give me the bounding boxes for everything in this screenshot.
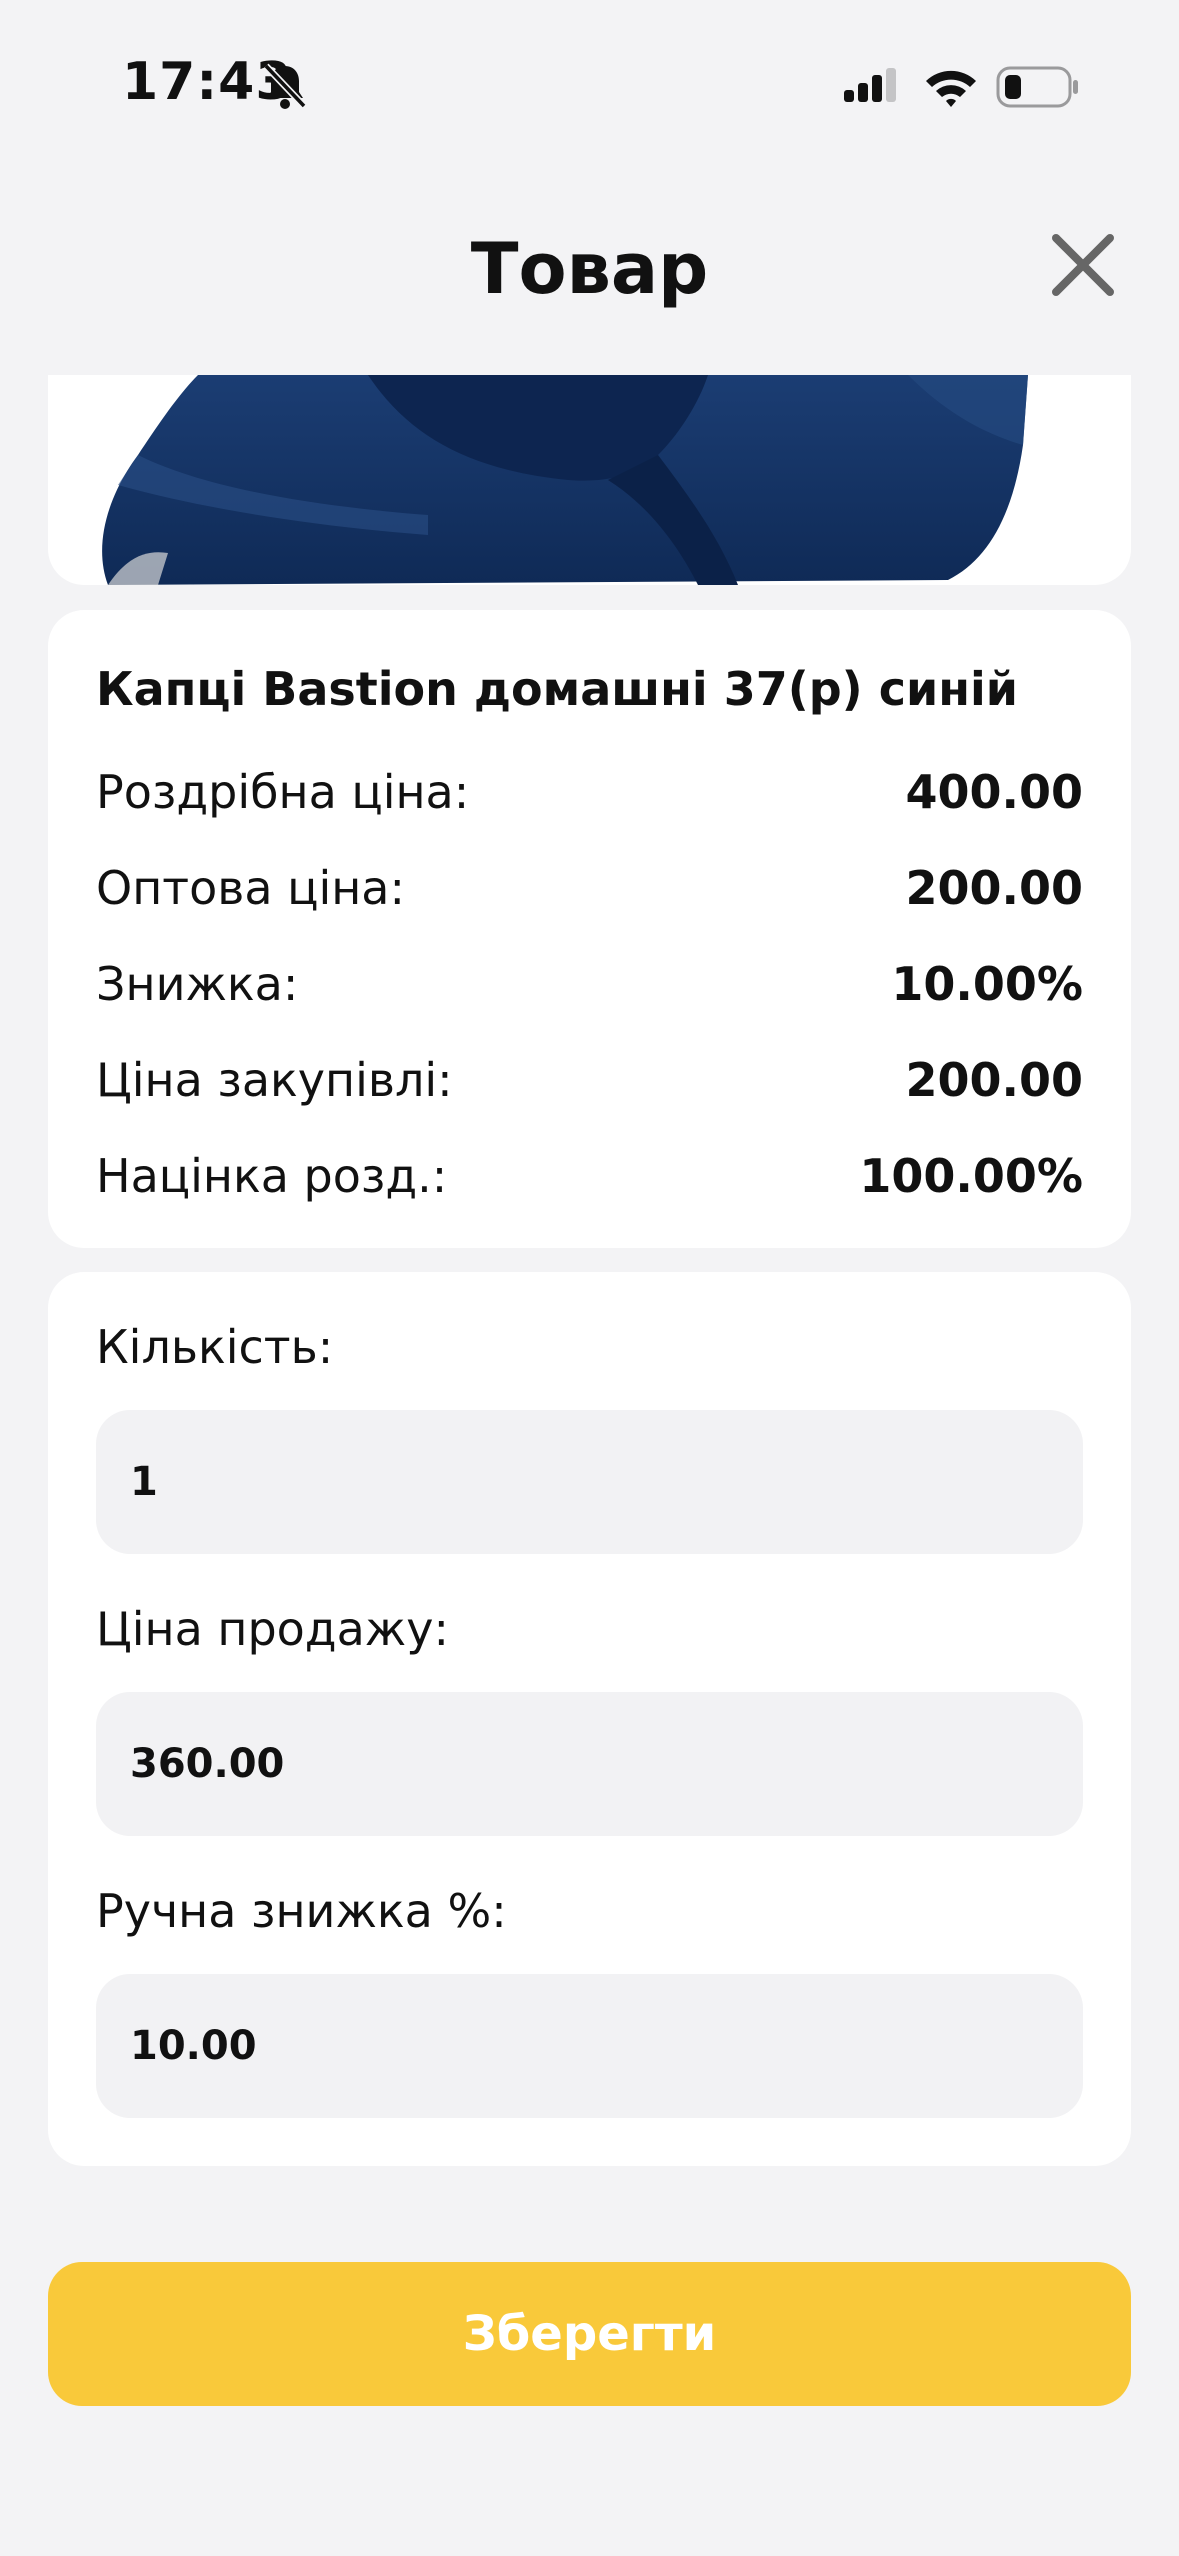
wholesale-price-row: Оптова ціна: 200.00 [96, 861, 1083, 921]
close-icon[interactable] [1046, 228, 1120, 302]
purchase-price-row: Ціна закупівлі: 200.00 [96, 1053, 1083, 1113]
retail-price-label: Роздрібна ціна: [96, 765, 470, 819]
wifi-icon [926, 70, 976, 107]
battery-icon [996, 66, 1078, 108]
discount-row: Знижка: 10.00% [96, 957, 1083, 1017]
page-title: Товар [470, 228, 709, 310]
sale-form-card: Кількість: Ціна продажу: Ручна знижка %: [48, 1272, 1131, 2166]
product-info-card: Капці Bastion домашні 37(р) синій Роздрі… [48, 610, 1131, 1248]
discount-label: Знижка: [96, 957, 299, 1011]
purchase-price-value: 200.00 [905, 1053, 1083, 1107]
retail-markup-value: 100.00% [859, 1149, 1083, 1203]
quantity-input[interactable] [96, 1410, 1083, 1554]
manual-discount-label: Ручна знижка %: [96, 1884, 507, 1938]
product-name: Капці Bastion домашні 37(р) синій [96, 662, 1018, 716]
retail-price-value: 400.00 [905, 765, 1083, 819]
quantity-label: Кількість: [96, 1320, 334, 1374]
wholesale-price-value: 200.00 [905, 861, 1083, 915]
bell-muted-icon [263, 63, 307, 109]
status-bar: 17:43 [0, 0, 1179, 170]
signal-icon [844, 68, 896, 102]
wholesale-price-label: Оптова ціна: [96, 861, 405, 915]
save-button[interactable]: Зберегти [48, 2262, 1131, 2406]
retail-markup-row: Націнка розд.: 100.00% [96, 1149, 1083, 1209]
slippers-image [102, 375, 1029, 585]
product-image-card [48, 375, 1131, 585]
manual-discount-input[interactable] [96, 1974, 1083, 2118]
retail-markup-label: Націнка розд.: [96, 1149, 448, 1203]
discount-value: 10.00% [891, 957, 1083, 1011]
sale-price-label: Ціна продажу: [96, 1602, 449, 1656]
header: Товар [0, 200, 1179, 330]
sale-price-input[interactable] [96, 1692, 1083, 1836]
purchase-price-label: Ціна закупівлі: [96, 1053, 453, 1107]
retail-price-row: Роздрібна ціна: 400.00 [96, 765, 1083, 825]
